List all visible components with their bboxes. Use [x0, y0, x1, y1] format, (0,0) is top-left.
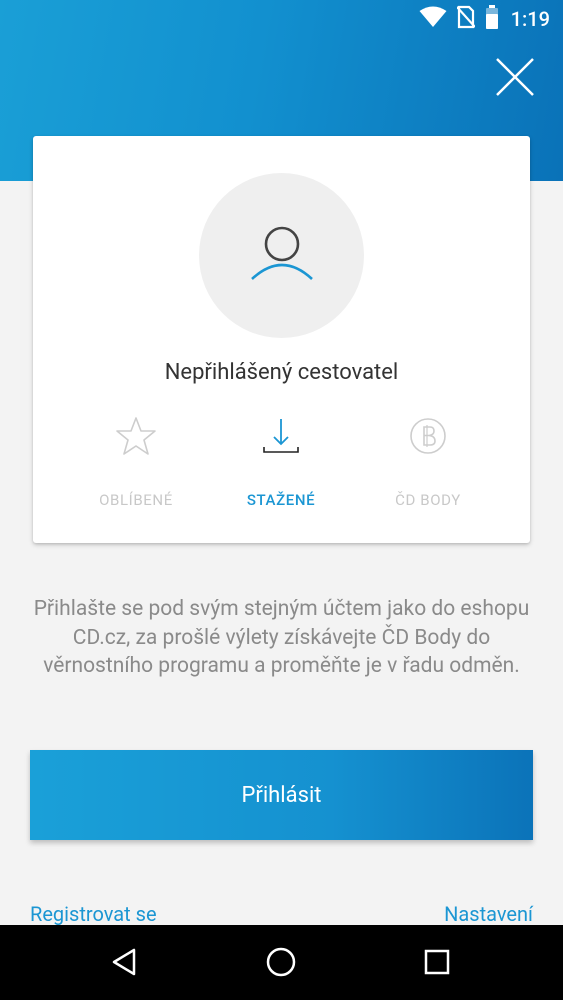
recents-button[interactable] [412, 937, 462, 987]
login-button-label: Přihlásit [241, 782, 322, 808]
back-icon [112, 948, 136, 976]
close-button[interactable] [494, 56, 536, 98]
tab-cd-points[interactable]: ČD BODY [353, 411, 503, 511]
no-sim-icon [455, 5, 476, 33]
cd-points-icon [410, 418, 446, 454]
tab-cd-points-label: ČD BODY [395, 491, 461, 509]
user-name: Nepřihlášený cestovatel [164, 360, 399, 385]
info-text: Přihlašte se pod svým stejným účtem jako… [33, 597, 530, 678]
recents-icon [424, 949, 450, 975]
tab-downloaded[interactable]: STAŽENÉ [206, 411, 356, 511]
tab-favorites-label: OBLÍBENÉ [99, 491, 173, 509]
tab-favorites[interactable]: OBLÍBENÉ [61, 411, 211, 511]
battery-icon [485, 5, 499, 33]
user-icon [250, 226, 313, 280]
back-button[interactable] [100, 937, 150, 987]
status-time: 1:19 [510, 7, 550, 31]
home-icon [266, 947, 296, 977]
wifi-icon [419, 6, 447, 32]
status-bar: 1:19 [0, 0, 563, 38]
navigation-bar [0, 925, 563, 1000]
close-icon[interactable] [494, 56, 536, 98]
settings-link[interactable]: Nastavení [444, 902, 533, 926]
profile-card: Nepřihlášený cestovatel OBLÍBENÉ STAŽENÉ [33, 136, 530, 543]
register-link[interactable]: Registrovat se [30, 902, 157, 926]
login-button[interactable]: Přihlásit [30, 750, 533, 840]
avatar [199, 173, 364, 338]
star-icon [116, 417, 156, 455]
tab-downloaded-label: STAŽENÉ [246, 491, 316, 509]
home-button[interactable] [256, 937, 306, 987]
download-icon [263, 419, 299, 453]
